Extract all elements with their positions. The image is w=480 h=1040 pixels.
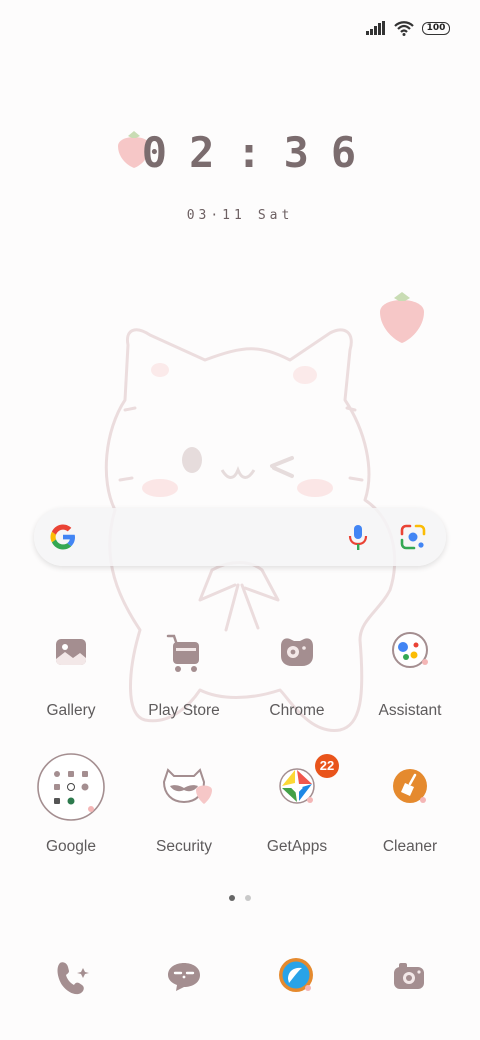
cleaner-icon bbox=[382, 762, 438, 818]
cat-blush-right bbox=[297, 479, 333, 497]
cat-blush-left bbox=[142, 479, 178, 497]
lens-icon[interactable] bbox=[400, 524, 426, 550]
dock-messages[interactable] bbox=[160, 955, 208, 1003]
wifi-icon bbox=[394, 20, 414, 36]
mic-icon[interactable] bbox=[348, 524, 368, 552]
dock-phone[interactable] bbox=[48, 955, 96, 1003]
phone-icon bbox=[57, 962, 89, 995]
app-label: Gallery bbox=[46, 702, 96, 719]
app-chrome[interactable]: Chrome bbox=[241, 626, 353, 720]
gallery-icon bbox=[43, 626, 99, 682]
app-label: GetApps bbox=[266, 838, 328, 855]
app-assistant[interactable]: Assistant bbox=[354, 626, 466, 720]
cat-mouth bbox=[220, 465, 256, 479]
app-play-store[interactable]: Play Store bbox=[128, 626, 240, 720]
app-label: Assistant bbox=[378, 702, 442, 719]
cat-eye bbox=[182, 447, 202, 473]
battery-icon: 100 bbox=[422, 21, 450, 35]
google-search-bar[interactable] bbox=[34, 508, 446, 566]
page-indicator[interactable] bbox=[0, 895, 480, 901]
assistant-icon bbox=[382, 626, 438, 682]
folder-google[interactable]: Google bbox=[15, 753, 127, 856]
app-gallery[interactable]: Gallery bbox=[15, 626, 127, 720]
app-label: Play Store bbox=[148, 702, 220, 719]
google-g-icon bbox=[50, 524, 75, 550]
signal-icon bbox=[366, 21, 385, 35]
app-cleaner[interactable]: Cleaner bbox=[354, 762, 466, 856]
status-bar: 100 bbox=[366, 18, 450, 38]
messages-icon bbox=[168, 963, 200, 991]
cat-wink bbox=[270, 456, 294, 478]
clock-widget[interactable]: 02:36 bbox=[0, 128, 480, 177]
app-label: Chrome bbox=[269, 702, 325, 719]
play-store-icon bbox=[156, 626, 212, 682]
date-display: 03·11 Sat bbox=[0, 208, 480, 223]
security-icon bbox=[156, 762, 212, 818]
cat-ear-right bbox=[293, 366, 317, 384]
app-security[interactable]: Security bbox=[128, 762, 240, 856]
app-label: Security bbox=[156, 838, 212, 855]
dock-browser[interactable] bbox=[272, 955, 320, 1003]
chrome-icon bbox=[269, 626, 325, 682]
strawberry-icon bbox=[380, 292, 424, 343]
getapps-icon: 22 bbox=[269, 754, 339, 818]
date-weekday: Sat bbox=[257, 208, 294, 223]
google-folder-icon bbox=[37, 753, 105, 821]
app-label: Cleaner bbox=[382, 838, 438, 855]
cat-ear-left bbox=[151, 363, 169, 377]
app-getapps[interactable]: 22 GetApps bbox=[241, 754, 353, 856]
page-dot-1[interactable] bbox=[229, 895, 235, 901]
dock-camera[interactable] bbox=[384, 955, 432, 1003]
page-dot-2[interactable] bbox=[245, 895, 251, 901]
browser-icon bbox=[279, 958, 313, 992]
app-label: Google bbox=[46, 838, 96, 855]
date-month-day: 03·11 bbox=[186, 208, 246, 223]
clock-time: 02:36 bbox=[141, 128, 379, 177]
camera-icon bbox=[394, 963, 424, 989]
notification-badge: 22 bbox=[315, 754, 339, 778]
